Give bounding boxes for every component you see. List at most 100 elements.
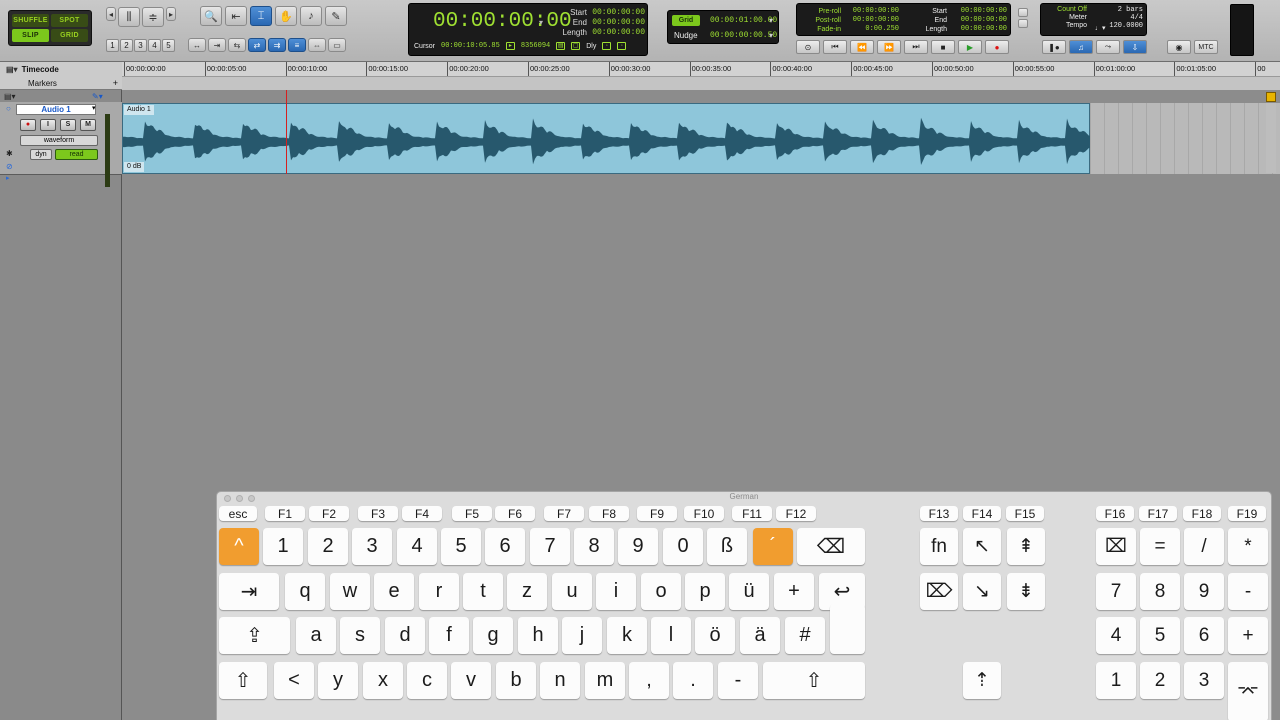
zoom-preset-2[interactable]: 2 <box>120 39 133 52</box>
trim-tool-icon[interactable]: ⇤ <box>225 6 247 26</box>
keyboard-key[interactable]: r <box>419 573 459 610</box>
waveform-zoom-icon[interactable]: ⫼ <box>118 7 140 27</box>
numpad-key[interactable]: / <box>1184 528 1224 565</box>
track-name-menu-icon[interactable]: ▾ <box>92 104 96 112</box>
zoom-preset-4[interactable]: 4 <box>148 39 161 52</box>
track-list-menu-icon[interactable]: ▤▾ <box>4 92 16 101</box>
keyboard-key[interactable]: t <box>463 573 503 610</box>
toggle-icon-2[interactable] <box>1018 19 1028 28</box>
audio-clip[interactable]: Audio 1 0 dB <box>122 103 1091 174</box>
keyboard-key[interactable]: m <box>585 662 625 699</box>
numpad-key[interactable]: 5 <box>1140 617 1180 654</box>
keyboard-key[interactable]: n <box>540 662 580 699</box>
keyboard-key[interactable]: u <box>552 573 592 610</box>
keyboard-key[interactable]: c <box>407 662 447 699</box>
keyboard-key[interactable]: 8 <box>574 528 614 565</box>
keyboard-key[interactable]: ´ <box>753 528 793 565</box>
clip-gain-label[interactable]: 0 dB <box>124 162 145 172</box>
keyboard-key[interactable]: w <box>330 573 370 610</box>
keyboard-key[interactable]: - <box>718 662 758 699</box>
expand-icon[interactable]: ✱ <box>6 149 13 158</box>
timecode-ruler-header[interactable]: ▤▾ Timecode <box>0 62 122 76</box>
function-key[interactable]: F3 <box>358 506 398 521</box>
counter-dropdown-icon[interactable]: ▾ <box>539 18 543 27</box>
keyboard-key[interactable]: d <box>385 617 425 654</box>
enter-key[interactable]: ⌤ <box>1228 662 1268 720</box>
keyboard-key[interactable]: 3 <box>352 528 392 565</box>
mute-button[interactable]: M <box>80 119 96 131</box>
return-to-zero-icon[interactable]: ⏮ <box>823 40 847 54</box>
numpad-key[interactable]: 3 <box>1184 662 1224 699</box>
function-key[interactable]: F15 <box>1006 506 1044 521</box>
numpad-key[interactable]: 1 <box>1096 662 1136 699</box>
function-key[interactable]: F13 <box>920 506 958 521</box>
function-key[interactable]: F1 <box>265 506 305 521</box>
function-key[interactable]: F17 <box>1139 506 1177 521</box>
sync-icon[interactable]: ◉ <box>1167 40 1191 54</box>
fast-forward-icon[interactable]: ⏩ <box>877 40 901 54</box>
keyboard-key[interactable]: j <box>562 617 602 654</box>
add-marker-icon[interactable]: + <box>113 78 118 88</box>
keyboard-key[interactable]: 0 <box>663 528 703 565</box>
keyboard-key[interactable]: l <box>651 617 691 654</box>
rewind-icon[interactable]: ⏪ <box>850 40 874 54</box>
numpad-key[interactable]: 9 <box>1184 573 1224 610</box>
numpad-key[interactable]: - <box>1228 573 1268 610</box>
record-icon[interactable]: ● <box>985 40 1009 54</box>
function-key[interactable]: F10 <box>684 506 724 521</box>
keyboard-key[interactable]: ö <box>695 617 735 654</box>
numpad-key[interactable]: 4 <box>1096 617 1136 654</box>
keyboard-key[interactable]: + <box>774 573 814 610</box>
keyboard-key[interactable]: . <box>673 662 713 699</box>
keyboard-key[interactable]: 9 <box>618 528 658 565</box>
backspace-key[interactable]: ⌫ <box>797 528 865 565</box>
scrubber-tool-icon[interactable]: ♪ <box>300 6 322 26</box>
nudge-dropdown-icon[interactable]: ▾ <box>769 31 773 40</box>
navigation-key[interactable]: ↖ <box>963 528 1001 565</box>
spot-mode-button[interactable]: SPOT <box>51 14 88 27</box>
keyboard-key[interactable]: b <box>496 662 536 699</box>
solo-button[interactable]: S <box>60 119 76 131</box>
timecode-ruler[interactable]: 00:00:00:00 00:00:05:00 00:00:10:00 00:00:1… <box>122 62 1280 76</box>
keyboard-key[interactable]: g <box>473 617 513 654</box>
vertical-zoom-icon[interactable]: ≑ <box>142 7 164 27</box>
keyboard-key[interactable]: # <box>785 617 825 654</box>
play-icon[interactable]: ▶ <box>958 40 982 54</box>
insertion-follows-icon[interactable]: ⇉ <box>268 38 286 52</box>
navigation-key[interactable]: ⇟ <box>1007 573 1045 610</box>
keyboard-key[interactable]: f <box>429 617 469 654</box>
keyboard-key[interactable]: 7 <box>530 528 570 565</box>
track-select-icon[interactable]: ○ <box>6 104 11 113</box>
loop-playback-icon[interactable]: ⇔ <box>308 38 326 52</box>
keyboard-key[interactable]: < <box>274 662 314 699</box>
markers-ruler[interactable] <box>122 76 1280 90</box>
keyboard-key[interactable]: i <box>596 573 636 610</box>
return-key-extension[interactable] <box>830 604 865 654</box>
selector-tool-icon[interactable]: ⌶ <box>250 6 272 26</box>
keyboard-key[interactable]: o <box>641 573 681 610</box>
keyboard-key[interactable]: 2 <box>308 528 348 565</box>
track-audio-1[interactable]: ○ Audio 1 ▾ ● I S M waveform ✱ dyn read … <box>0 102 122 187</box>
zoom-out-arrow-icon[interactable]: ◂ <box>106 7 116 21</box>
pencil-tool-icon[interactable]: ✎ <box>325 6 347 26</box>
keyboard-key[interactable]: z <box>507 573 547 610</box>
keyboard-key[interactable]: 6 <box>485 528 525 565</box>
keyboard-key[interactable]: q <box>285 573 325 610</box>
function-key[interactable]: F19 <box>1228 506 1266 521</box>
numpad-key[interactable]: 7 <box>1096 573 1136 610</box>
function-key[interactable]: F16 <box>1096 506 1134 521</box>
shift-key[interactable]: ⇧ <box>763 662 865 699</box>
keyboard-key[interactable]: 1 <box>263 528 303 565</box>
keyboard-key[interactable]: 4 <box>397 528 437 565</box>
metronome-icon[interactable]: ♫ <box>1069 40 1093 54</box>
automation-mode-selector[interactable]: read <box>55 149 98 160</box>
record-enable-button[interactable]: ● <box>20 119 36 131</box>
function-key[interactable]: F18 <box>1183 506 1221 521</box>
navigation-key[interactable]: ⇡ <box>963 662 1001 699</box>
slip-mode-button[interactable]: SLIP <box>12 29 49 42</box>
midi-merge-icon[interactable]: ⤳ <box>1096 40 1120 54</box>
nudge-value[interactable]: 00:00:00:00.50 <box>710 31 777 40</box>
mirror-midi-icon[interactable]: ⇄ <box>248 38 266 52</box>
marker-flag-icon[interactable] <box>1266 92 1276 102</box>
grid-dropdown-icon[interactable]: ▾ <box>769 16 773 25</box>
